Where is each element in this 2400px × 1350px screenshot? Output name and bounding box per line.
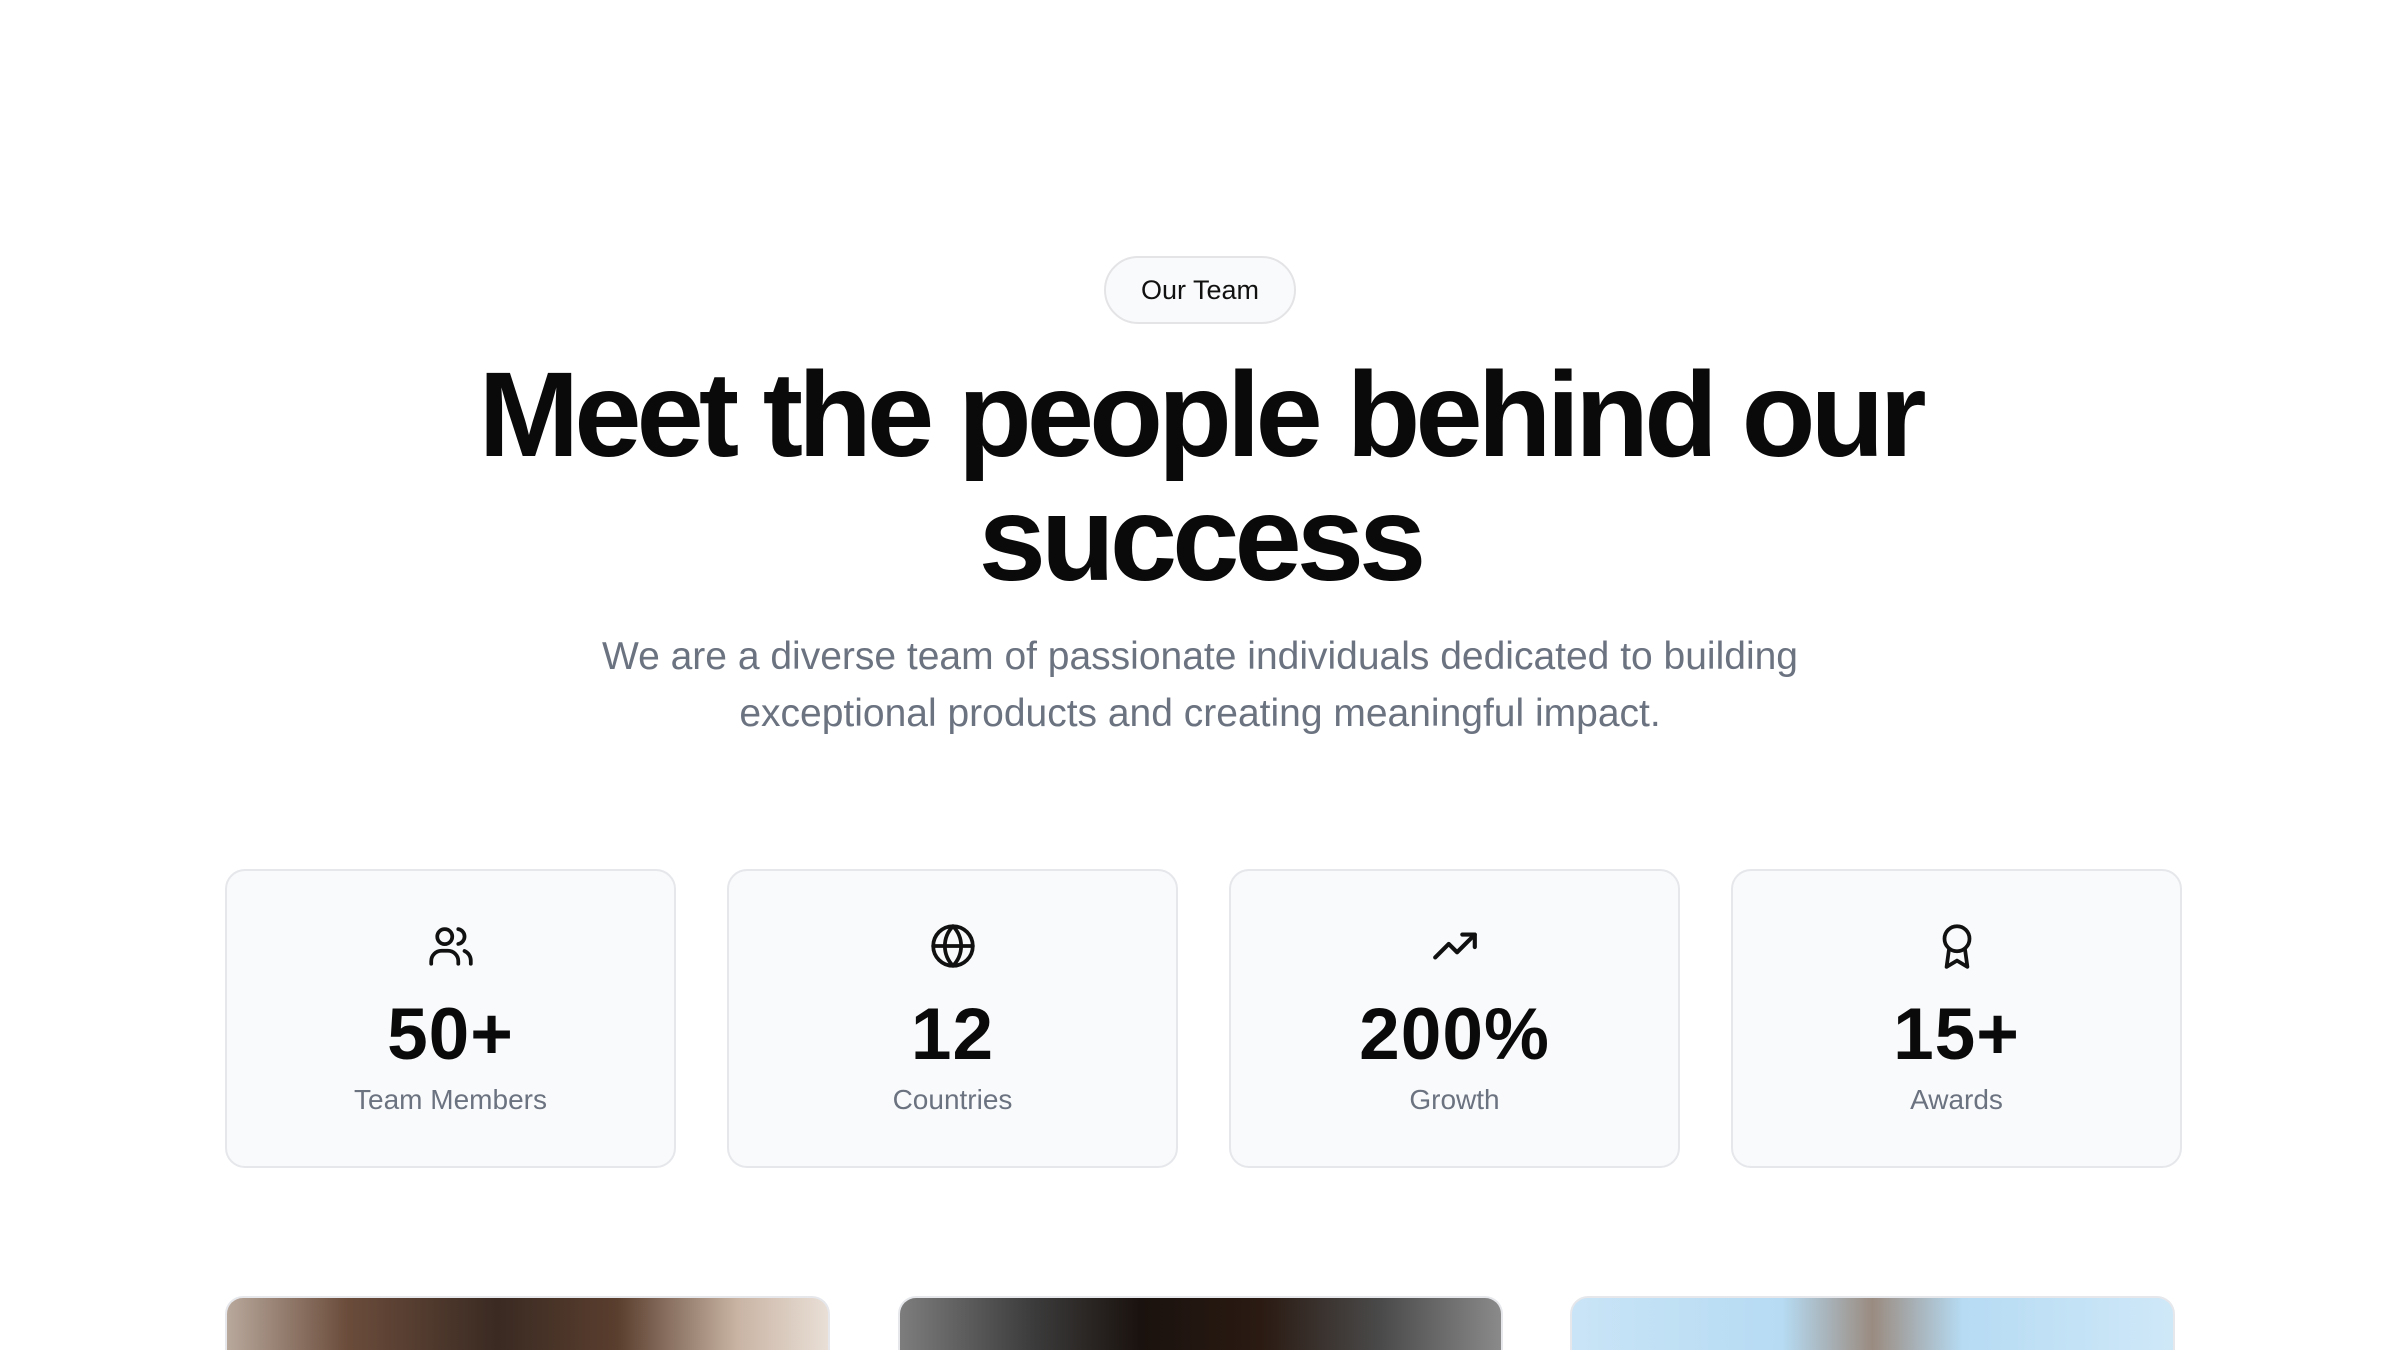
team-section: Our Team Meet the people behind our succ…: [0, 0, 2400, 1350]
section-badge: Our Team: [1104, 256, 1296, 324]
stat-label: Team Members: [354, 1084, 547, 1115]
stat-value: 200%: [1359, 994, 1550, 1075]
title-line-1: Meet the people behind our: [478, 346, 1926, 482]
users-icon: [426, 921, 476, 971]
stat-card-team-members: 50+ Team Members: [225, 869, 676, 1168]
stat-value: 50+: [387, 994, 514, 1075]
title-line-2: success: [978, 470, 1427, 606]
stat-value: 15+: [1893, 994, 2020, 1075]
subtitle-line-2: exceptional products and creating meanin…: [739, 692, 1661, 735]
team-photos-row: [225, 1296, 2175, 1350]
stat-label: Growth: [1409, 1084, 1500, 1115]
stat-label: Awards: [1910, 1084, 2003, 1115]
team-member-photo: [898, 1296, 1503, 1350]
page-subtitle: We are a diverse team of passionate indi…: [500, 628, 1900, 742]
trending-up-icon: [1430, 921, 1480, 971]
stat-card-awards: 15+ Awards: [1731, 869, 2182, 1168]
stats-grid: 50+ Team Members 12 Countries 200% Growt…: [225, 869, 2182, 1169]
stat-card-countries: 12 Countries: [727, 869, 1178, 1168]
stat-value: 12: [910, 994, 995, 1075]
page-title: Meet the people behind our success: [0, 352, 2400, 600]
subtitle-line-1: We are a diverse team of passionate indi…: [601, 635, 1798, 678]
globe-icon: [928, 921, 978, 971]
award-icon: [1932, 921, 1982, 971]
stat-card-growth: 200% Growth: [1229, 869, 1680, 1168]
badge-label: Our Team: [1140, 274, 1260, 305]
stat-label: Countries: [892, 1084, 1013, 1115]
team-member-photo: [1570, 1296, 2175, 1350]
team-member-photo: [225, 1296, 830, 1350]
